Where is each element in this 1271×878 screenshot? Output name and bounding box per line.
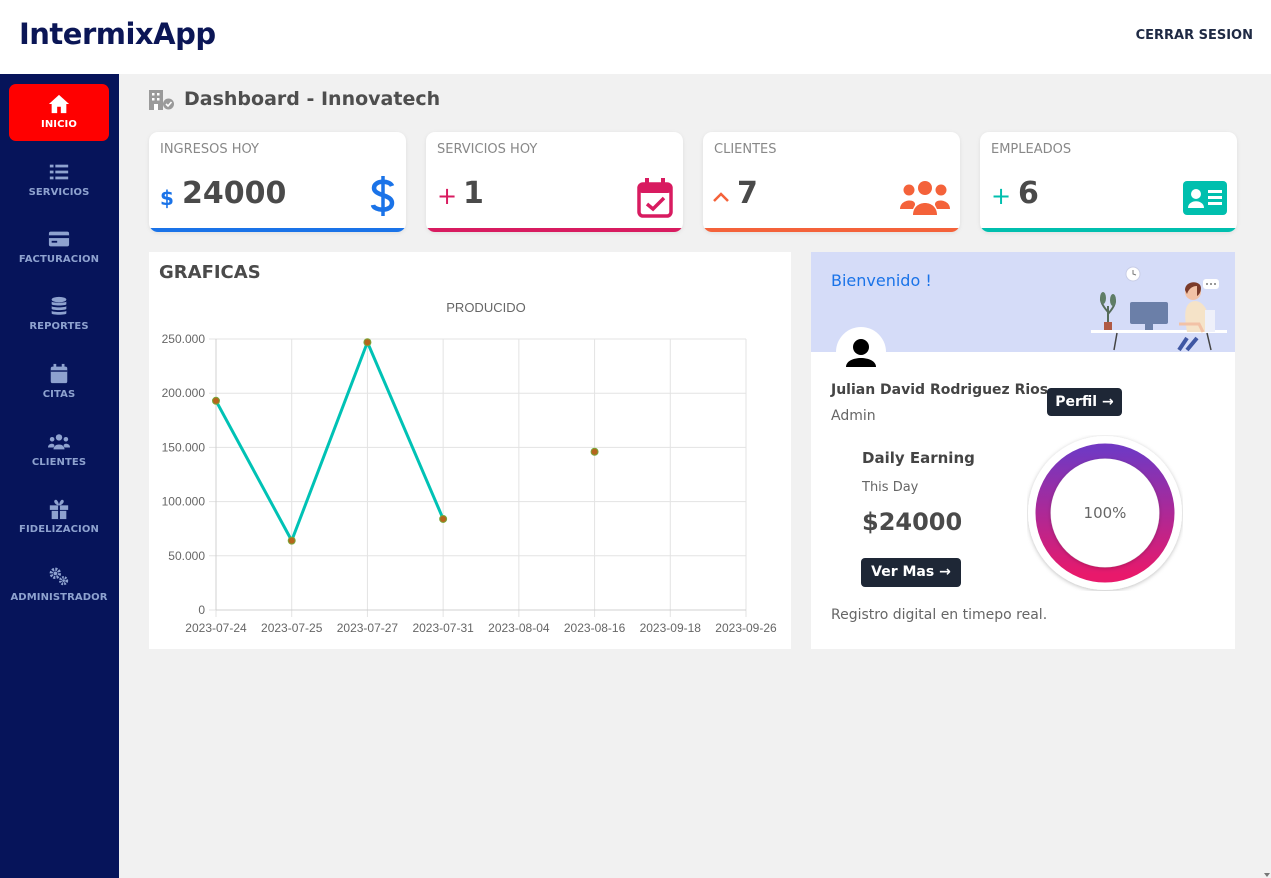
calendar-icon [50, 363, 68, 384]
profile-button[interactable]: Perfil → [1047, 388, 1122, 416]
sidebar-item-clientes[interactable]: CLIENTES [9, 422, 109, 479]
data-point [212, 396, 220, 405]
sidebar-item-inicio[interactable]: INICIO [9, 84, 109, 141]
credit-card-icon [48, 231, 70, 247]
sidebar-item-fidelizacion[interactable]: FIDELIZACION [9, 489, 109, 546]
welcome-panel: Bienvenido ! Julian David Rodriguez Rios… [811, 252, 1235, 649]
stat-card-empleados: EMPLEADOS + 6 [980, 132, 1237, 232]
gift-icon [49, 499, 69, 520]
earning-amount: $24000 [862, 508, 963, 536]
card-value: 6 [1018, 176, 1039, 211]
card-accent-bar [149, 228, 406, 232]
card-label: CLIENTES [714, 142, 777, 157]
home-icon [48, 94, 70, 114]
card-prefix: + [991, 182, 1012, 210]
sidebar-item-label: FIDELIZACION [19, 524, 99, 535]
avatar [836, 327, 886, 377]
y-tick-label: 150.000 [162, 440, 206, 454]
card-value: 24000 [182, 176, 287, 211]
user-name: Julian David Rodriguez Rios [831, 382, 1049, 398]
data-point [287, 536, 296, 545]
earning-title: Daily Earning [862, 449, 975, 467]
top-bar: IntermixApp CERRAR SESION [0, 0, 1271, 74]
y-tick-label: 250.000 [162, 332, 206, 346]
card-accent-bar [980, 228, 1237, 232]
sidebar-item-label: FACTURACION [18, 254, 100, 265]
x-tick-label: 2023-09-26 [715, 621, 777, 635]
x-tick-label: 2023-07-31 [412, 621, 474, 635]
sidebar-item-label: CITAS [42, 389, 76, 400]
card-label: EMPLEADOS [991, 142, 1072, 157]
user-role: Admin [831, 408, 876, 424]
sidebar-item-administrador[interactable]: ADMINISTRADOR [9, 557, 109, 614]
line-chart: PRODUCIDO 0 50.000 100.000 150.000 200.000 250… [162, 300, 777, 635]
stat-card-servicios: SERVICIOS HOY + 1 [426, 132, 683, 232]
card-value: 7 [737, 176, 758, 211]
sidebar-item-label: CLIENTES [31, 457, 87, 468]
sidebar-item-servicios[interactable]: SERVICIOS [9, 152, 109, 209]
data-point [363, 338, 372, 347]
x-tick-label: 2023-07-27 [337, 621, 399, 635]
calendar-check-icon [637, 178, 673, 218]
dollar-icon [370, 176, 395, 216]
user-icon [846, 339, 876, 367]
logout-button[interactable]: CERRAR SESION [1136, 28, 1253, 43]
list-icon [49, 164, 69, 180]
sidebar-item-facturacion[interactable]: FACTURACION [9, 219, 109, 276]
series-line [214, 340, 445, 543]
building-icon [149, 90, 174, 110]
page-title: Dashboard - Innovatech [184, 88, 441, 110]
x-tick-label: 2023-08-04 [488, 621, 550, 635]
chart-title: PRODUCIDO [446, 300, 525, 315]
office-illustration [1091, 266, 1227, 352]
coins-icon [51, 296, 67, 315]
welcome-greeting: Bienvenido ! [831, 271, 932, 290]
cogs-icon [49, 567, 69, 586]
footnote-text: Registro digital en timepo real. [831, 607, 1048, 623]
chevron-up-icon [713, 192, 729, 202]
card-label: SERVICIOS HOY [437, 142, 538, 157]
card-prefix: + [437, 182, 458, 210]
sidebar-item-label: REPORTES [29, 321, 89, 332]
sidebar-item-citas[interactable]: CITAS [9, 354, 109, 411]
app-title: IntermixApp [19, 17, 216, 51]
x-tick-label: 2023-07-24 [185, 621, 247, 635]
data-point [439, 514, 448, 523]
chart-panel-heading: GRAFICAS [159, 262, 261, 283]
card-accent-bar [426, 228, 683, 232]
x-tick-label: 2023-07-25 [261, 621, 323, 635]
scroll-down-arrow[interactable] [1264, 873, 1270, 877]
users-icon [900, 181, 950, 215]
x-tick-label: 2023-09-18 [640, 621, 702, 635]
view-more-button[interactable]: Ver Mas → [861, 558, 961, 587]
id-card-icon [1183, 181, 1227, 215]
card-label: INGRESOS HOY [160, 142, 259, 157]
card-accent-bar [703, 228, 960, 232]
x-tick-label: 2023-08-16 [564, 621, 626, 635]
card-prefix: $ [160, 186, 174, 210]
data-point [590, 447, 599, 456]
stat-card-clientes: CLIENTES 7 [703, 132, 960, 232]
card-value: 1 [463, 176, 484, 211]
users-icon [48, 434, 70, 450]
earning-subtitle: This Day [862, 480, 919, 495]
y-tick-label: 50.000 [168, 549, 205, 563]
sidebar: INICIO SERVICIOS FACTURACION REPORTES CI… [0, 74, 119, 878]
sidebar-item-label: INICIO [41, 119, 77, 130]
sidebar-item-label: SERVICIOS [28, 187, 90, 198]
chart-panel: PRODUCIDO 0 50.000 100.000 150.000 200.000 250… [149, 252, 791, 649]
y-tick-label: 200.000 [162, 386, 206, 400]
y-tick-label: 0 [198, 603, 205, 617]
sidebar-item-label: ADMINISTRADOR [10, 592, 108, 603]
y-tick-label: 100.000 [162, 495, 206, 509]
stat-card-ingresos: INGRESOS HOY $ 24000 [149, 132, 406, 232]
progress-label: 100% [1083, 504, 1127, 522]
sidebar-item-reportes[interactable]: REPORTES [9, 286, 109, 343]
